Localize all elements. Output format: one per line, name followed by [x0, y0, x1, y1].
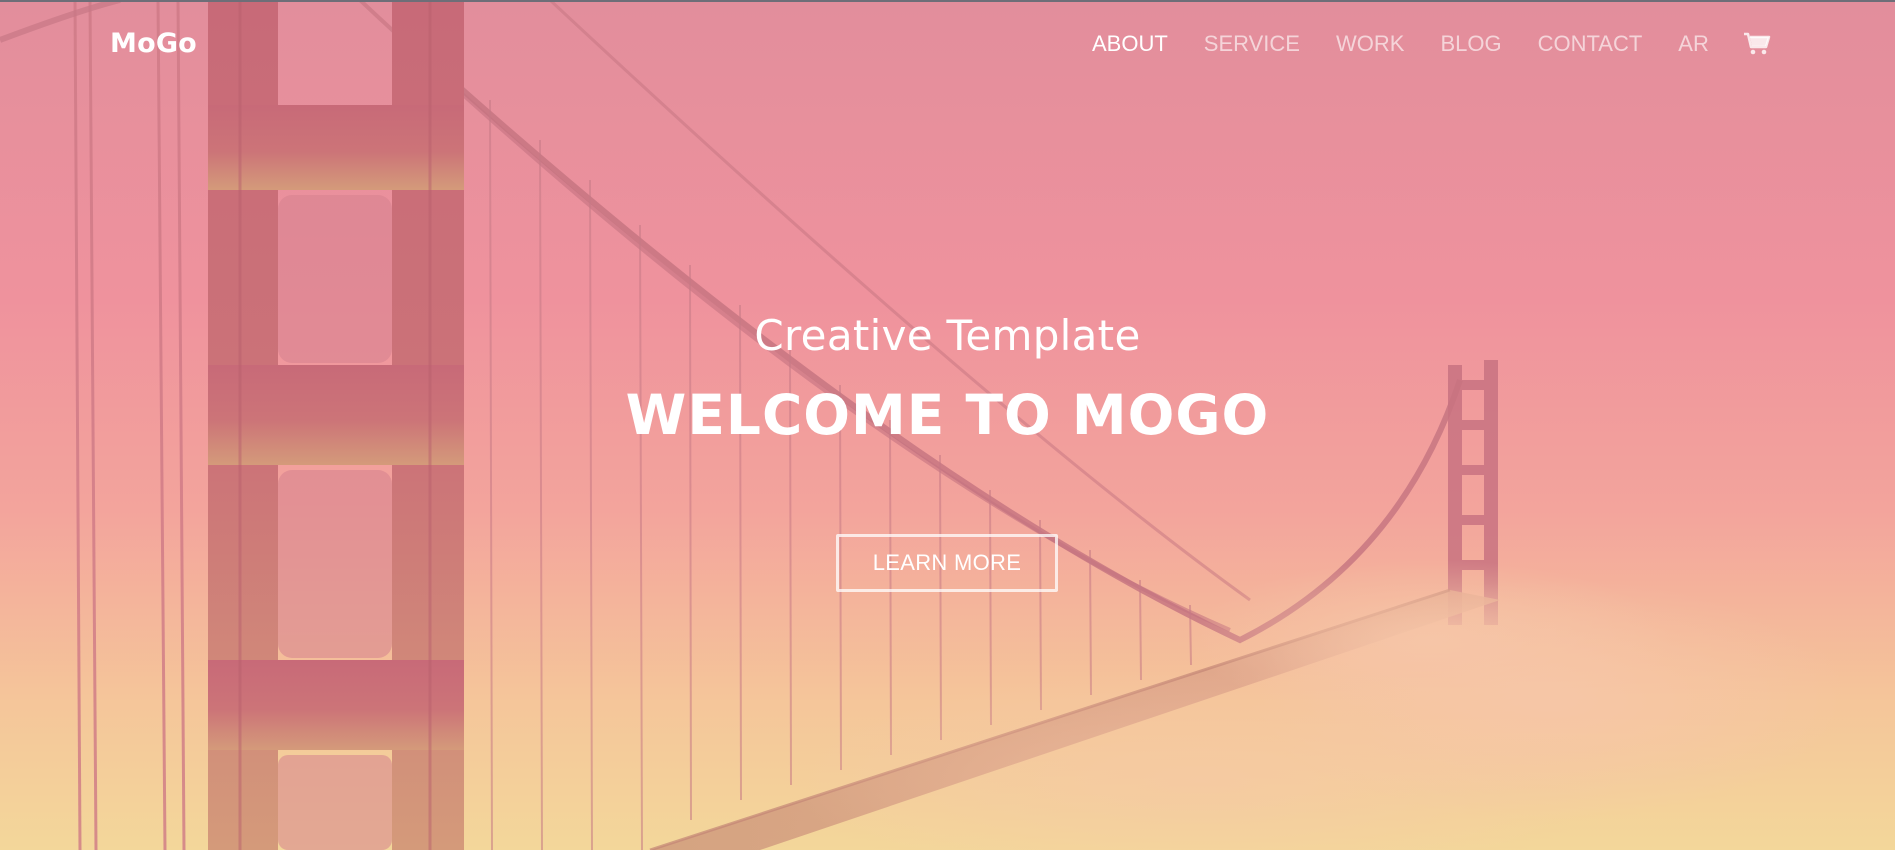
- learn-more-button[interactable]: LEARN MORE: [836, 534, 1058, 592]
- hero-title: WELCOME TO MOGO: [625, 383, 1270, 447]
- nav-item-blog[interactable]: BLOG: [1440, 31, 1501, 57]
- hero-subtitle: Creative Template: [754, 311, 1141, 360]
- cart-button[interactable]: [1743, 32, 1771, 56]
- header-navbar: MoGo ABOUT SERVICE WORK BLOG CONTACT AR: [0, 0, 1895, 92]
- nav-item-about[interactable]: ABOUT: [1092, 31, 1168, 57]
- nav-item-service[interactable]: SERVICE: [1204, 31, 1300, 57]
- hero-content: Creative Template WELCOME TO MOGO: [0, 310, 1895, 448]
- nav-item-work[interactable]: WORK: [1336, 31, 1404, 57]
- main-menu: ABOUT SERVICE WORK BLOG CONTACT AR: [1092, 31, 1771, 57]
- nav-item-contact[interactable]: CONTACT: [1538, 31, 1643, 57]
- shopping-cart-icon: [1743, 32, 1771, 55]
- nav-item-ar[interactable]: AR: [1678, 31, 1709, 57]
- hero-section: MoGo ABOUT SERVICE WORK BLOG CONTACT AR …: [0, 0, 1895, 850]
- brand-logo[interactable]: MoGo: [110, 28, 197, 59]
